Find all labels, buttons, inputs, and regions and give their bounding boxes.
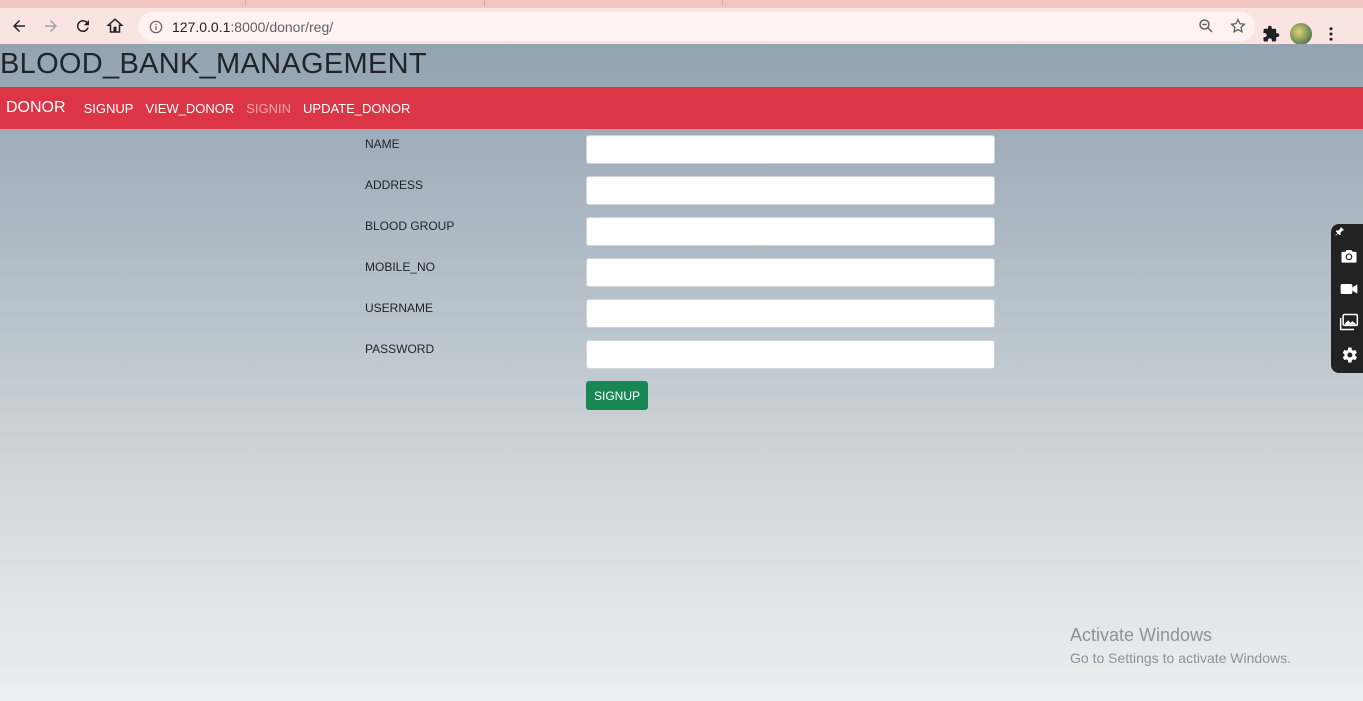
url-host: 127.0.0.1 — [172, 18, 231, 35]
signup-button[interactable]: SIGNUP — [586, 381, 648, 410]
password-input[interactable] — [586, 340, 995, 369]
name-input[interactable] — [586, 135, 995, 164]
page-content: BLOOD_BANK_MANAGEMENT DONOR SIGNUP VIEW_… — [0, 44, 1363, 701]
url-path: :8000/donor/reg/ — [230, 18, 334, 35]
blood-group-input[interactable] — [586, 217, 995, 246]
video-icon — [1340, 284, 1358, 294]
nav-link-signin[interactable]: SIGNIN — [246, 101, 291, 116]
home-icon — [106, 18, 124, 33]
browser-toolbar: 127.0.0.1:8000/donor/reg/ — [0, 8, 1363, 45]
zoom-icon[interactable] — [1197, 17, 1215, 35]
form-row-username: USERNAME — [365, 299, 995, 329]
tab-divider — [484, 0, 485, 6]
tab-strip — [0, 0, 1363, 8]
star-icon[interactable] — [1229, 17, 1247, 35]
home-button[interactable] — [99, 10, 131, 42]
forward-button[interactable] — [35, 10, 67, 42]
windows-activation-watermark: Activate Windows Go to Settings to activ… — [1070, 625, 1291, 666]
url-text: 127.0.0.1:8000/donor/reg/ — [172, 19, 333, 35]
tab-divider — [245, 0, 246, 6]
form-row-name: NAME — [365, 135, 995, 165]
watermark-subtitle: Go to Settings to activate Windows. — [1070, 650, 1291, 666]
nav-link-update-donor[interactable]: UPDATE_DONOR — [303, 101, 410, 116]
form-row-password: PASSWORD — [365, 340, 995, 370]
forward-icon — [45, 20, 57, 32]
address-label: ADDRESS — [365, 178, 424, 192]
info-icon[interactable] — [148, 19, 164, 35]
address-bar[interactable]: 127.0.0.1:8000/donor/reg/ — [138, 12, 1255, 41]
settings-button[interactable] — [1338, 345, 1360, 365]
capture-widget — [1331, 224, 1363, 373]
menu-icon[interactable] — [1322, 25, 1340, 43]
navbar-brand[interactable]: DONOR — [6, 99, 66, 117]
back-icon — [13, 20, 25, 32]
mobile-no-label: MOBILE_NO — [365, 260, 436, 274]
video-button[interactable] — [1338, 279, 1360, 299]
nav-link-signup[interactable]: SIGNUP — [84, 101, 134, 116]
form-row-mobile-no: MOBILE_NO — [365, 258, 995, 288]
avatar[interactable] — [1290, 23, 1312, 45]
camera-icon — [1341, 250, 1357, 263]
back-button[interactable] — [3, 10, 35, 42]
reload-button[interactable] — [67, 10, 99, 42]
mobile-no-input[interactable] — [586, 258, 995, 287]
username-input[interactable] — [586, 299, 995, 328]
extensions-icon[interactable] — [1262, 25, 1280, 43]
password-label: PASSWORD — [365, 342, 435, 356]
page-title: BLOOD_BANK_MANAGEMENT — [0, 48, 427, 80]
form-row-address: ADDRESS — [365, 176, 995, 206]
tab-divider — [722, 0, 723, 6]
address-input[interactable] — [586, 176, 995, 205]
watermark-title: Activate Windows — [1070, 625, 1213, 645]
settings-icon — [1342, 347, 1357, 363]
form-row-blood-group: BLOOD GROUP — [365, 217, 995, 247]
username-label: USERNAME — [365, 301, 434, 315]
name-label: NAME — [365, 137, 400, 151]
gallery-icon — [1339, 313, 1359, 331]
reload-icon — [76, 20, 89, 33]
gallery-button[interactable] — [1338, 312, 1360, 332]
pin-icon[interactable] — [1335, 226, 1345, 236]
nav-link-view-donor[interactable]: VIEW_DONOR — [145, 101, 234, 116]
camera-button[interactable] — [1338, 246, 1360, 266]
blood-group-label: BLOOD GROUP — [365, 219, 455, 233]
navbar: DONOR SIGNUP VIEW_DONOR SIGNIN UPDATE_DO… — [0, 87, 1363, 129]
